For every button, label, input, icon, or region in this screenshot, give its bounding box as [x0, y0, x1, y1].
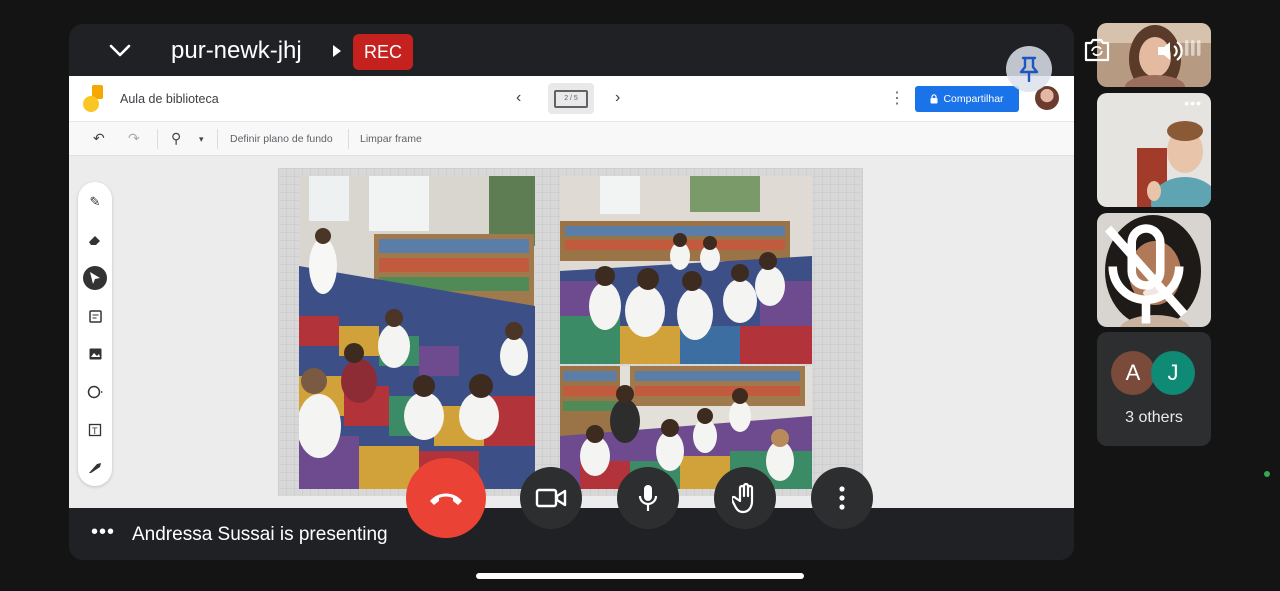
svg-text:T: T	[92, 426, 98, 436]
more-options-icon[interactable]: ⋮	[889, 88, 905, 108]
clear-frame-button[interactable]: Limpar frame	[360, 133, 422, 145]
image-icon[interactable]	[83, 342, 107, 366]
microphone-button[interactable]	[617, 467, 679, 529]
zoom-dropdown-icon[interactable]: ▾	[199, 134, 204, 145]
share-label: Compartilhar	[943, 93, 1004, 105]
hand-icon	[732, 482, 754, 514]
audio-level-icon	[1185, 40, 1201, 56]
home-indicator[interactable]	[476, 573, 804, 579]
classroom-photo[interactable]	[299, 176, 535, 489]
mic-off-icon	[1104, 224, 1188, 324]
raise-hand-button[interactable]	[714, 467, 776, 529]
pin-button[interactable]	[1006, 46, 1052, 92]
meeting-topbar: pur-newk-jhj REC	[69, 24, 1074, 76]
text-box-icon[interactable]: T	[83, 418, 107, 442]
tool-rail: ✎ T	[78, 182, 112, 486]
select-icon[interactable]	[83, 266, 107, 290]
more-vertical-icon	[839, 486, 845, 510]
rec-badge[interactable]: REC	[353, 34, 413, 70]
microphone-icon	[638, 485, 658, 511]
frame-count: 2 / 5	[554, 89, 588, 108]
share-button[interactable]: Compartilhar	[915, 86, 1019, 112]
avatar-j: J	[1151, 351, 1195, 395]
participant-tile[interactable]: •••	[1097, 93, 1211, 207]
undo-icon[interactable]: ↶	[93, 130, 105, 147]
speaker-icon[interactable]	[1156, 39, 1186, 63]
status-dot	[1264, 471, 1270, 477]
others-count: 3 others	[1125, 409, 1183, 426]
eraser-icon[interactable]	[83, 228, 107, 252]
avatar-a: A	[1111, 351, 1155, 395]
triangle-right-icon[interactable]	[333, 45, 341, 57]
chevron-down-icon[interactable]	[107, 38, 133, 64]
lock-icon	[930, 94, 938, 104]
pin-icon	[1019, 56, 1039, 82]
frame-indicator[interactable]: 2 / 5	[548, 83, 594, 114]
jamboard-header: Aula de biblioteca ‹ 2 / 5 › ⋮ Compartil…	[69, 76, 1074, 122]
next-frame-icon[interactable]: ›	[615, 89, 620, 107]
classroom-photo[interactable]	[560, 366, 812, 489]
pen-icon[interactable]: ✎	[83, 190, 107, 214]
jamboard-toolbar: ↶ ↷ ⚲ ▾ Definir plano de fundo Limpar fr…	[69, 122, 1074, 156]
prev-frame-icon[interactable]: ‹	[516, 89, 521, 107]
video-camera-icon	[535, 488, 567, 508]
tile-more-icon[interactable]: •••	[1184, 95, 1202, 111]
classroom-photo[interactable]	[560, 176, 812, 364]
jamboard-title[interactable]: Aula de biblioteca	[120, 92, 219, 106]
divider	[348, 129, 349, 149]
participant-tile[interactable]	[1097, 213, 1211, 327]
jamboard-canvas[interactable]	[278, 168, 863, 496]
end-call-button[interactable]	[406, 458, 486, 538]
phone-hangup-icon	[430, 493, 462, 505]
meet-screen: pur-newk-jhj REC Aula de biblioteca ‹ 2 …	[0, 0, 1280, 591]
meeting-code[interactable]: pur-newk-jhj	[171, 37, 302, 65]
laser-icon[interactable]	[83, 456, 107, 480]
others-tile[interactable]: A J 3 others	[1097, 332, 1211, 446]
divider	[217, 129, 218, 149]
zoom-icon[interactable]: ⚲	[171, 130, 181, 147]
redo-icon[interactable]: ↷	[128, 130, 140, 147]
set-background-button[interactable]: Definir plano de fundo	[230, 133, 333, 145]
jamboard-view: Aula de biblioteca ‹ 2 / 5 › ⋮ Compartil…	[69, 76, 1074, 508]
switch-camera-icon[interactable]	[1082, 36, 1112, 64]
camera-button[interactable]	[520, 467, 582, 529]
more-dots-icon[interactable]: •••	[91, 521, 115, 544]
presenting-status: Andressa Sussai is presenting	[132, 524, 388, 545]
circle-icon[interactable]	[83, 380, 107, 404]
divider	[157, 129, 158, 149]
more-options-button[interactable]	[811, 467, 873, 529]
sticky-note-icon[interactable]	[83, 304, 107, 328]
jamboard-logo-icon	[83, 85, 103, 112]
